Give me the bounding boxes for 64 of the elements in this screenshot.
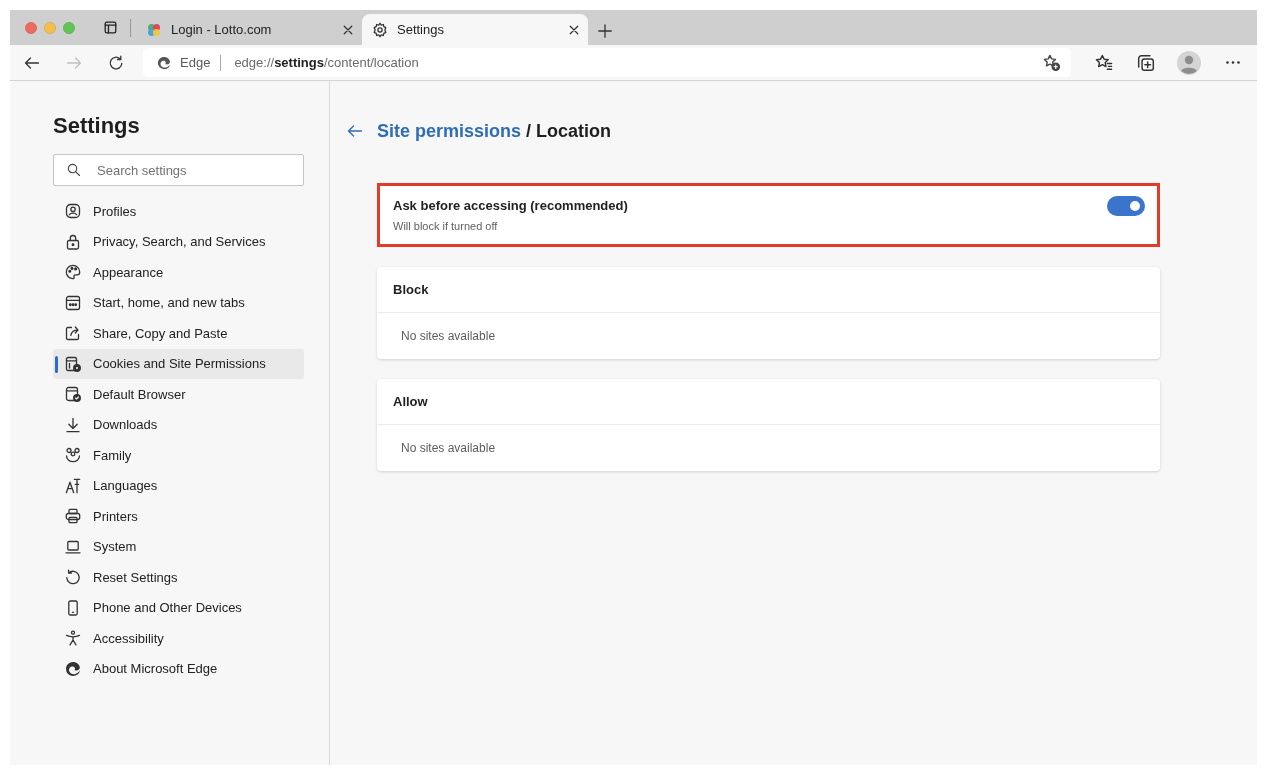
- star-list-icon[interactable]: [1095, 53, 1113, 72]
- sidebar-item[interactable]: Appearance: [53, 257, 304, 288]
- laptop-icon: [65, 538, 81, 555]
- download-icon: [65, 416, 81, 433]
- url-text: edge://settings/content/location: [234, 55, 419, 70]
- window-dots-icon: [65, 294, 81, 311]
- browser-tab[interactable]: Login - Lotto.com: [136, 14, 362, 45]
- sidebar-item[interactable]: Start, home, and new tabs: [53, 287, 304, 318]
- sidebar-item[interactable]: Printers: [53, 501, 304, 532]
- more-icon[interactable]: [1226, 61, 1240, 64]
- back-icon[interactable]: [24, 54, 40, 71]
- star-plus-icon[interactable]: [1043, 54, 1060, 71]
- language-icon: [65, 477, 81, 494]
- sidebar-item[interactable]: Family: [53, 440, 304, 471]
- phone-icon: [65, 599, 81, 616]
- browser-tab[interactable]: Settings: [362, 14, 588, 45]
- profile-icon: [65, 203, 81, 220]
- sidebar-item[interactable]: Languages: [53, 470, 304, 501]
- sidebar-item[interactable]: Phone and Other Devices: [53, 592, 304, 623]
- sidebar-item[interactable]: Share, Copy and Paste: [53, 318, 304, 349]
- sidebar-item[interactable]: About Microsoft Edge: [53, 653, 304, 684]
- search-icon: [67, 163, 81, 177]
- list-title: Block: [393, 282, 429, 297]
- browser-logo-icon: [157, 55, 171, 70]
- empty-message: No sites available: [401, 441, 496, 455]
- lock-icon: [65, 233, 81, 250]
- sidebar-item[interactable]: Default Browser: [53, 379, 304, 410]
- share-icon: [65, 325, 81, 342]
- accessibility-icon: [65, 630, 81, 647]
- sidebar-item[interactable]: Reset Settings: [53, 562, 304, 593]
- family-icon: [65, 447, 81, 464]
- back-arrow-icon[interactable]: [347, 123, 363, 139]
- window-check-icon: [65, 386, 81, 403]
- sidebar-item[interactable]: Privacy, Search, and Services: [53, 226, 304, 257]
- sidebar-title: Settings: [53, 113, 140, 139]
- sidebar-item[interactable]: Profiles: [53, 196, 304, 227]
- toggle-switch[interactable]: [1107, 196, 1145, 216]
- reset-icon: [65, 569, 81, 586]
- site-label: Edge: [180, 55, 211, 70]
- browser-logo-icon: [65, 660, 81, 677]
- sidebar-item[interactable]: Accessibility: [53, 623, 304, 654]
- printer-icon: [65, 508, 81, 525]
- avatar-icon[interactable]: [1177, 50, 1201, 75]
- empty-message: No sites available: [401, 329, 496, 343]
- close-icon[interactable]: [569, 24, 579, 35]
- petal-logo-icon: [146, 21, 162, 38]
- collections-icon[interactable]: [1137, 53, 1155, 72]
- breadcrumb-link[interactable]: Site permissions: [377, 121, 522, 141]
- window-gear-icon: [65, 355, 81, 372]
- plus-icon[interactable]: [598, 23, 612, 38]
- setting-title: Ask before accessing (recommended): [393, 198, 628, 214]
- gear-icon: [372, 21, 388, 38]
- panel-icon[interactable]: [104, 21, 117, 34]
- close-icon[interactable]: [343, 24, 353, 35]
- palette-icon: [65, 264, 81, 281]
- setting-description: Will block if turned off: [393, 219, 498, 233]
- search-field[interactable]: Search settings: [53, 154, 304, 186]
- sidebar-item[interactable]: Cookies and Site Permissions: [53, 348, 304, 379]
- sidebar-item[interactable]: System: [53, 531, 304, 562]
- refresh-icon[interactable]: [108, 54, 124, 71]
- address-bar[interactable]: Edge edge://settings/content/location: [143, 48, 1071, 77]
- page-heading: / Location: [526, 121, 612, 141]
- sidebar-item[interactable]: Downloads: [53, 409, 304, 440]
- list-title: Allow: [393, 394, 428, 409]
